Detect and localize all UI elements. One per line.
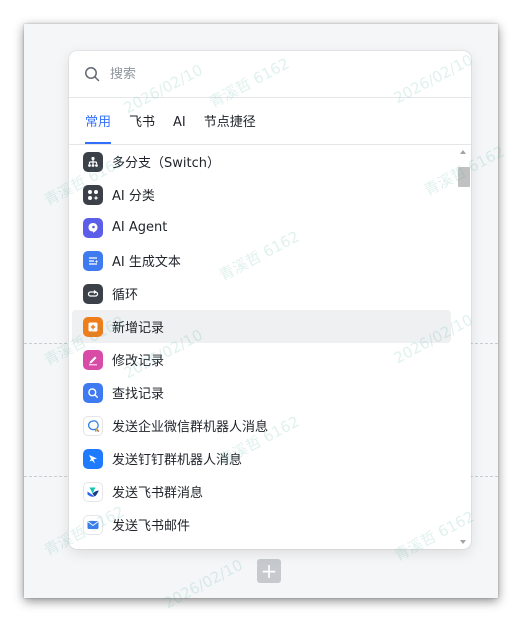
list-item-label: 修改记录 — [112, 354, 165, 369]
plus-icon: + — [260, 559, 278, 583]
list-item[interactable]: 发送企业微信群机器人消息 — [72, 409, 451, 442]
list-item-label: 查找记录 — [112, 387, 165, 402]
list-item[interactable]: 查找记录 — [72, 376, 451, 409]
list-item[interactable]: 发送钉钉群机器人消息 — [72, 442, 451, 475]
list-item-label: 发送飞书群消息 — [112, 486, 204, 501]
node-list-container: 多分支（Switch） AI 分类 AI Agent AI 生成文本 循环 新增… — [69, 145, 471, 549]
add-node-button[interactable]: + — [257, 559, 281, 583]
scroll-up-arrow-icon[interactable] — [457, 147, 469, 157]
ai-agent-icon — [83, 217, 103, 238]
list-item-label: AI 分类 — [112, 189, 155, 204]
tab-node-shortcut[interactable]: 节点捷径 — [204, 111, 256, 144]
text-generate-icon — [83, 250, 103, 271]
feishu-icon — [83, 481, 103, 502]
search-bar — [69, 51, 471, 98]
wecom-icon — [83, 415, 103, 436]
tab-feishu[interactable]: 飞书 — [129, 111, 155, 144]
branch-icon — [83, 151, 103, 172]
list-item[interactable]: AI Agent — [72, 211, 451, 244]
list-item[interactable]: 发送飞书群消息 — [72, 475, 451, 508]
tab-bar: 常用 飞书 AI 节点捷径 — [69, 98, 471, 145]
list-item-label: 多分支（Switch） — [112, 156, 220, 171]
ai-classify-icon — [83, 184, 103, 205]
list-item[interactable]: 修改记录 — [72, 343, 451, 376]
list-item-label: AI 生成文本 — [112, 255, 181, 270]
list-item[interactable]: 多分支（Switch） — [72, 145, 451, 178]
scroll-thumb[interactable] — [458, 167, 470, 187]
list-item[interactable]: 循环 — [72, 277, 451, 310]
node-list: 多分支（Switch） AI 分类 AI Agent AI 生成文本 循环 新增… — [69, 145, 471, 541]
add-record-icon — [83, 316, 103, 337]
edit-record-icon — [83, 349, 103, 370]
loop-icon — [83, 283, 103, 304]
search-icon — [84, 66, 100, 82]
list-item-label: 发送企业微信群机器人消息 — [112, 420, 269, 435]
tab-ai[interactable]: AI — [173, 115, 186, 144]
mail-icon — [83, 514, 103, 535]
scroll-down-arrow-icon[interactable] — [457, 537, 469, 547]
list-item-label: AI Agent — [112, 220, 168, 235]
node-picker-popup: 常用 飞书 AI 节点捷径 多分支（Switch） AI 分类 — [69, 51, 471, 549]
list-item-label: 发送飞书邮件 — [112, 519, 191, 534]
list-item[interactable]: 新增记录 — [72, 310, 451, 343]
tab-common[interactable]: 常用 — [85, 111, 112, 144]
list-item[interactable]: AI 生成文本 — [72, 244, 451, 277]
search-record-icon — [83, 382, 103, 403]
dingtalk-icon — [83, 448, 103, 469]
list-scrollbar[interactable] — [457, 147, 470, 547]
list-item-label: 发送钉钉群机器人消息 — [112, 453, 243, 468]
list-item-label: 新增记录 — [112, 321, 165, 336]
list-item-label: 循环 — [112, 288, 139, 303]
list-item[interactable]: 发送飞书邮件 — [72, 508, 451, 541]
list-item[interactable]: AI 分类 — [72, 178, 451, 211]
search-input[interactable] — [108, 65, 442, 83]
